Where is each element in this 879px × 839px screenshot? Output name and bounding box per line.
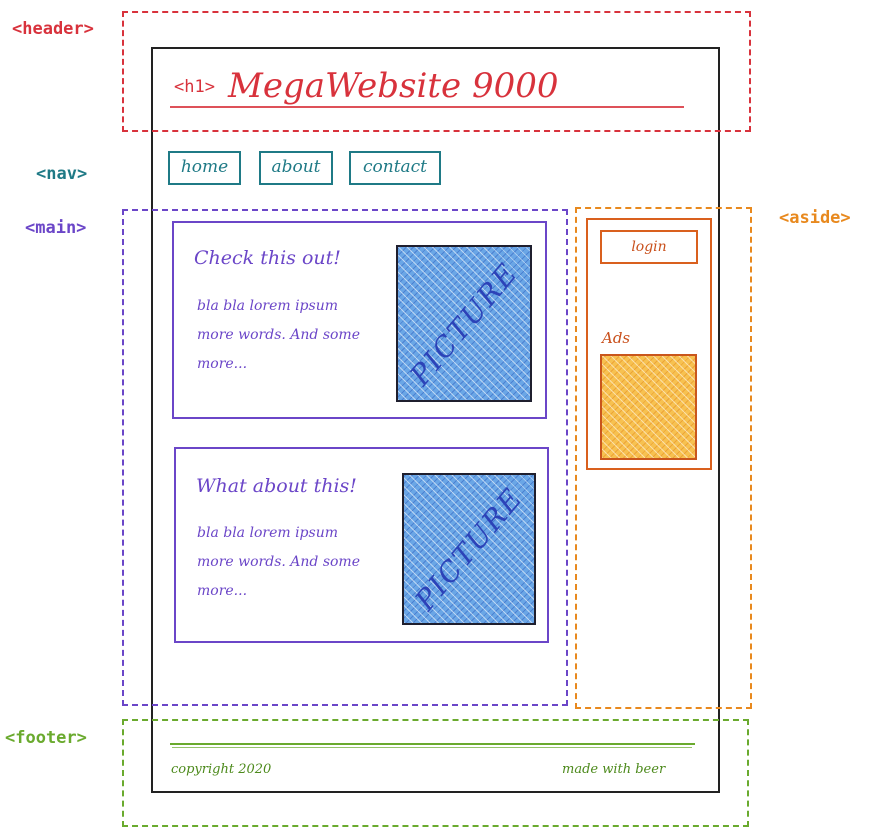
footer-made-with: made with beer	[562, 762, 666, 777]
article-title[interactable]: Check this out!	[194, 247, 341, 269]
nav-label: <nav>	[36, 164, 88, 184]
footer-rule	[172, 747, 692, 748]
article-text-line: more...	[197, 583, 248, 599]
nav-about-button[interactable]: about	[259, 151, 333, 185]
article-text-line: more words. And some	[197, 327, 360, 343]
article-card: What about this! bla bla lorem ipsum mor…	[174, 447, 549, 643]
login-button[interactable]: login	[600, 230, 698, 264]
picture-placeholder-icon: PICTURE	[402, 473, 536, 625]
picture-label: PICTURE	[408, 481, 530, 617]
picture-placeholder-icon: PICTURE	[396, 245, 532, 402]
aside-label: <aside>	[779, 208, 851, 228]
footer-label: <footer>	[5, 728, 87, 748]
site-title[interactable]: MegaWebsite 9000	[228, 66, 558, 106]
article-text-line: bla bla lorem ipsum	[197, 298, 338, 314]
footer-copyright: copyright 2020	[171, 762, 272, 777]
picture-label: PICTURE	[403, 255, 525, 392]
footer-rule	[170, 743, 695, 745]
article-text-line: bla bla lorem ipsum	[197, 525, 338, 541]
nav-contact-button[interactable]: contact	[349, 151, 441, 185]
h1-tag: <h1>	[174, 77, 215, 97]
article-card: Check this out! bla bla lorem ipsum more…	[172, 221, 547, 419]
main-label: <main>	[25, 218, 87, 238]
title-underline	[170, 106, 684, 108]
ads-label: Ads	[602, 329, 631, 347]
nav-home-button[interactable]: home	[168, 151, 241, 185]
article-title[interactable]: What about this!	[196, 475, 357, 497]
header-label: <header>	[12, 19, 94, 39]
ad-placeholder-icon	[600, 354, 697, 460]
article-text-line: more...	[197, 356, 248, 372]
article-text-line: more words. And some	[197, 554, 360, 570]
